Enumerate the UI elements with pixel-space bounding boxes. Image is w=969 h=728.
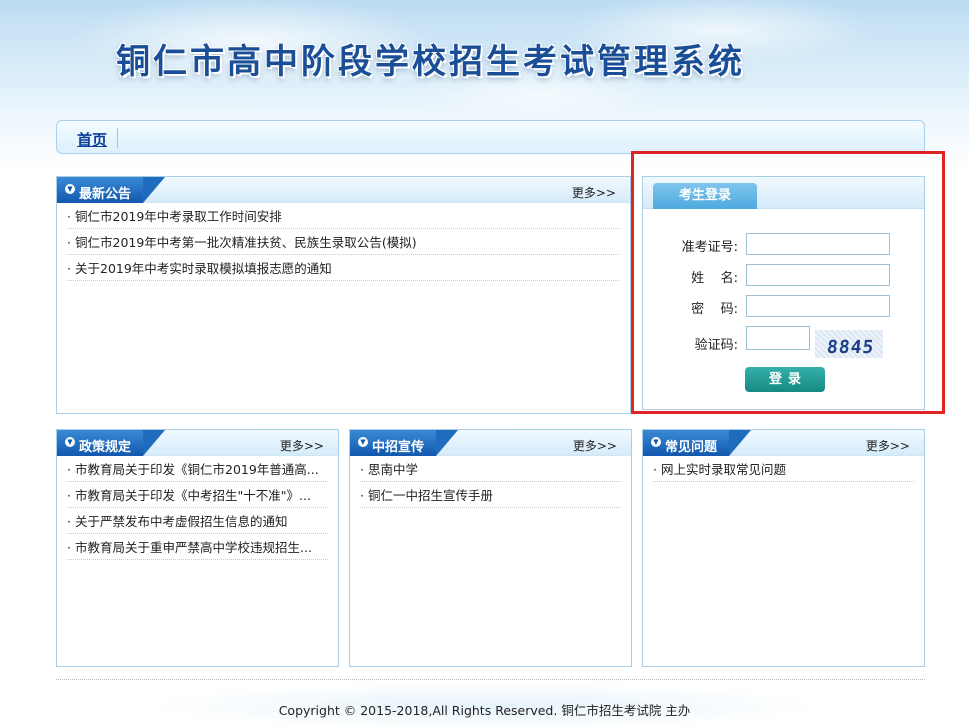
promo-title-label: 中招宣传: [372, 440, 425, 455]
policy-list: · 市教育局关于印发《铜仁市2019年普通高... · 市教育局关于印发《中考招生"…: [57, 456, 338, 560]
captcha-code: 8845: [825, 337, 876, 358]
promo-header: ▼ 中招宣传 更多>>: [350, 430, 631, 456]
promo-more-link[interactable]: 更多>>: [573, 437, 617, 454]
captcha-row: 验证码: 8845: [643, 326, 926, 362]
exam-id-row: 准考证号:: [643, 233, 926, 257]
chevron-down-icon: ▼: [358, 437, 368, 447]
chevron-down-icon: ▼: [65, 437, 75, 447]
name-row: 姓 名:: [643, 264, 926, 288]
login-title: 考生登录: [653, 183, 757, 209]
password-input[interactable]: [746, 295, 890, 317]
list-item[interactable]: · 市教育局关于印发《中考招生"十不准"》...: [67, 482, 328, 508]
name-input[interactable]: [746, 264, 890, 286]
policy-title-label: 政策规定: [79, 440, 132, 455]
list-item-text[interactable]: 网上实时录取常见问题: [661, 462, 786, 477]
exam-id-label: 准考证号:: [681, 240, 738, 255]
list-item[interactable]: · 思南中学: [360, 456, 621, 482]
login-button[interactable]: 登录: [745, 367, 825, 392]
list-item[interactable]: · 铜仁一中招生宣传手册: [360, 482, 621, 508]
list-item-text[interactable]: 关于2019年中考实时录取模拟填报志愿的通知: [75, 261, 332, 276]
name-label: 姓 名:: [691, 271, 738, 286]
list-item[interactable]: · 市教育局关于重申严禁高中学校违规招生...: [67, 534, 328, 560]
announcements-list: · 铜仁市2019年中考录取工作时间安排 · 铜仁市2019年中考第一批次精准扶贫、…: [57, 203, 630, 281]
faq-more-link[interactable]: 更多>>: [866, 437, 910, 454]
list-item-text[interactable]: 市教育局关于重申严禁高中学校违规招生...: [75, 540, 312, 555]
footer-divider: [56, 679, 925, 680]
list-item[interactable]: · 关于严禁发布中考虚假招生信息的通知: [67, 508, 328, 534]
captcha-label: 验证码:: [694, 338, 738, 353]
nav-separator: [117, 128, 118, 148]
login-panel: 考生登录 准考证号: 姓 名: 密 码: 验证码: 8845 登录: [642, 176, 925, 410]
faq-header: ▼ 常见问题 更多>>: [643, 430, 924, 456]
announcements-title: ▼ 最新公告: [57, 177, 166, 203]
list-item-text[interactable]: 思南中学: [368, 462, 418, 477]
promo-title: ▼ 中招宣传: [350, 430, 459, 456]
faq-title: ▼ 常见问题: [643, 430, 752, 456]
announcements-header: ▼ 最新公告 更多>>: [57, 177, 630, 203]
list-item[interactable]: · 铜仁市2019年中考第一批次精准扶贫、民族生录取公告(模拟): [67, 229, 620, 255]
list-item[interactable]: · 关于2019年中考实时录取模拟填报志愿的通知: [67, 255, 620, 281]
chevron-down-icon: ▼: [65, 184, 75, 194]
list-item-text[interactable]: 市教育局关于印发《中考招生"十不准"》...: [75, 488, 311, 503]
list-item-text[interactable]: 市教育局关于印发《铜仁市2019年普通高...: [75, 462, 319, 477]
list-item[interactable]: · 铜仁市2019年中考录取工作时间安排: [67, 203, 620, 229]
list-item-text[interactable]: 铜仁市2019年中考录取工作时间安排: [75, 209, 282, 224]
top-navbar: 首页: [56, 120, 925, 154]
policy-more-link[interactable]: 更多>>: [280, 437, 324, 454]
captcha-image[interactable]: 8845: [815, 330, 883, 358]
chevron-down-icon: ▼: [651, 437, 661, 447]
faq-title-label: 常见问题: [665, 440, 718, 455]
list-item-text[interactable]: 铜仁市2019年中考第一批次精准扶贫、民族生录取公告(模拟): [75, 235, 417, 250]
list-item-text[interactable]: 铜仁一中招生宣传手册: [368, 488, 493, 503]
faq-list: · 网上实时录取常见问题: [643, 456, 924, 482]
promo-list: · 思南中学 · 铜仁一中招生宣传手册: [350, 456, 631, 508]
announcements-more-link[interactable]: 更多>>: [572, 184, 616, 201]
site-title: 铜仁市高中阶段学校招生考试管理系统: [116, 42, 745, 82]
list-item[interactable]: · 市教育局关于印发《铜仁市2019年普通高...: [67, 456, 328, 482]
nav-home-link[interactable]: 首页: [77, 129, 107, 150]
announcements-panel: ▼ 最新公告 更多>> · 铜仁市2019年中考录取工作时间安排 · 铜仁市2019…: [56, 176, 631, 414]
login-header: 考生登录: [643, 177, 924, 209]
policy-title: ▼ 政策规定: [57, 430, 166, 456]
list-item[interactable]: · 网上实时录取常见问题: [653, 456, 914, 482]
policy-header: ▼ 政策规定 更多>>: [57, 430, 338, 456]
header-banner: 铜仁市高中阶段学校招生考试管理系统: [0, 0, 969, 118]
announcements-title-label: 最新公告: [79, 187, 132, 202]
password-row: 密 码:: [643, 295, 926, 319]
captcha-input[interactable]: [746, 326, 810, 350]
footer-copyright: Copyright © 2015-2018,All Rights Reserve…: [278, 703, 691, 718]
policy-panel: ▼ 政策规定 更多>> · 市教育局关于印发《铜仁市2019年普通高... · 市教…: [56, 429, 339, 667]
password-label: 密 码:: [691, 302, 738, 317]
promo-panel: ▼ 中招宣传 更多>> · 思南中学 · 铜仁一中招生宣传手册: [349, 429, 632, 667]
faq-panel: ▼ 常见问题 更多>> · 网上实时录取常见问题: [642, 429, 925, 667]
exam-id-input[interactable]: [746, 233, 890, 255]
list-item-text[interactable]: 关于严禁发布中考虚假招生信息的通知: [75, 514, 288, 529]
